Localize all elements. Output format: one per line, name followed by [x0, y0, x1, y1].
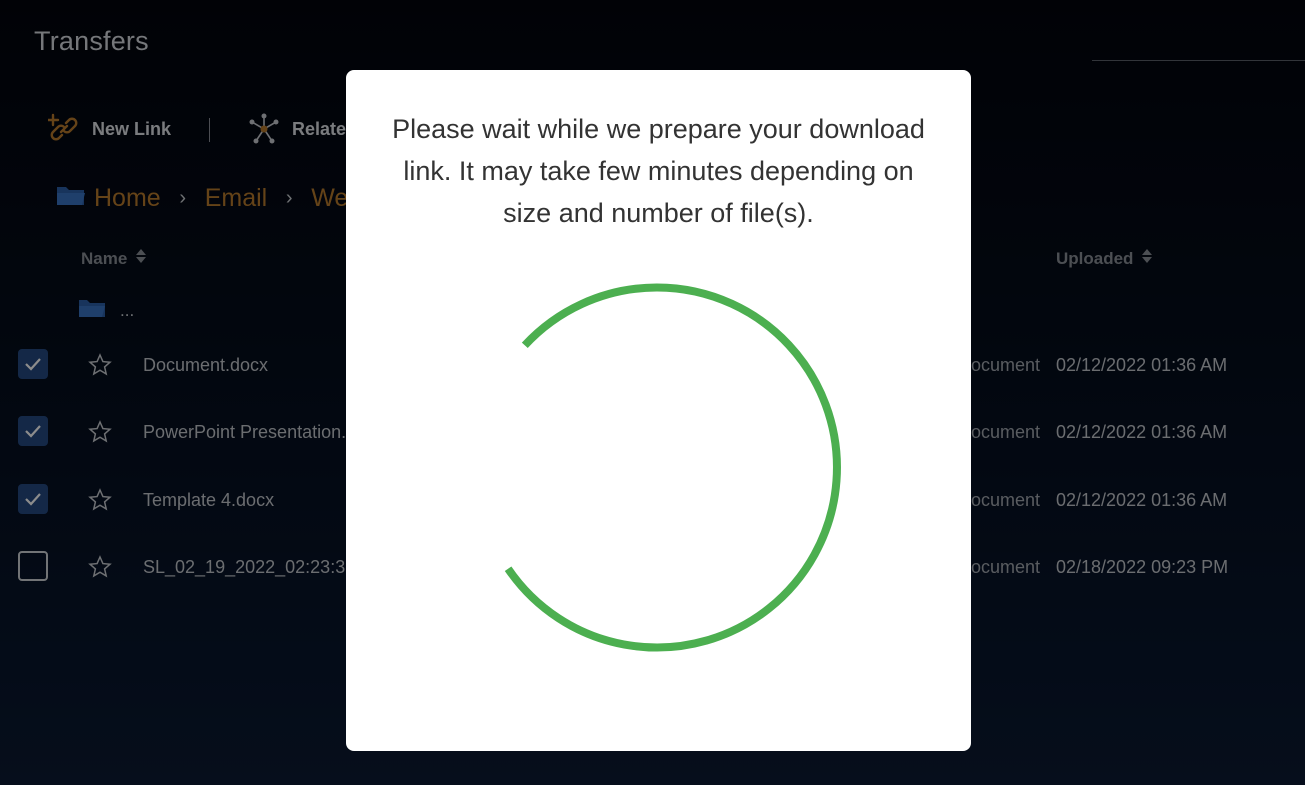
loading-spinner: [458, 268, 858, 673]
spinner-arc: [504, 283, 841, 652]
download-progress-modal: Please wait while we prepare your downlo…: [346, 70, 971, 751]
modal-message: Please wait while we prepare your downlo…: [392, 114, 925, 228]
